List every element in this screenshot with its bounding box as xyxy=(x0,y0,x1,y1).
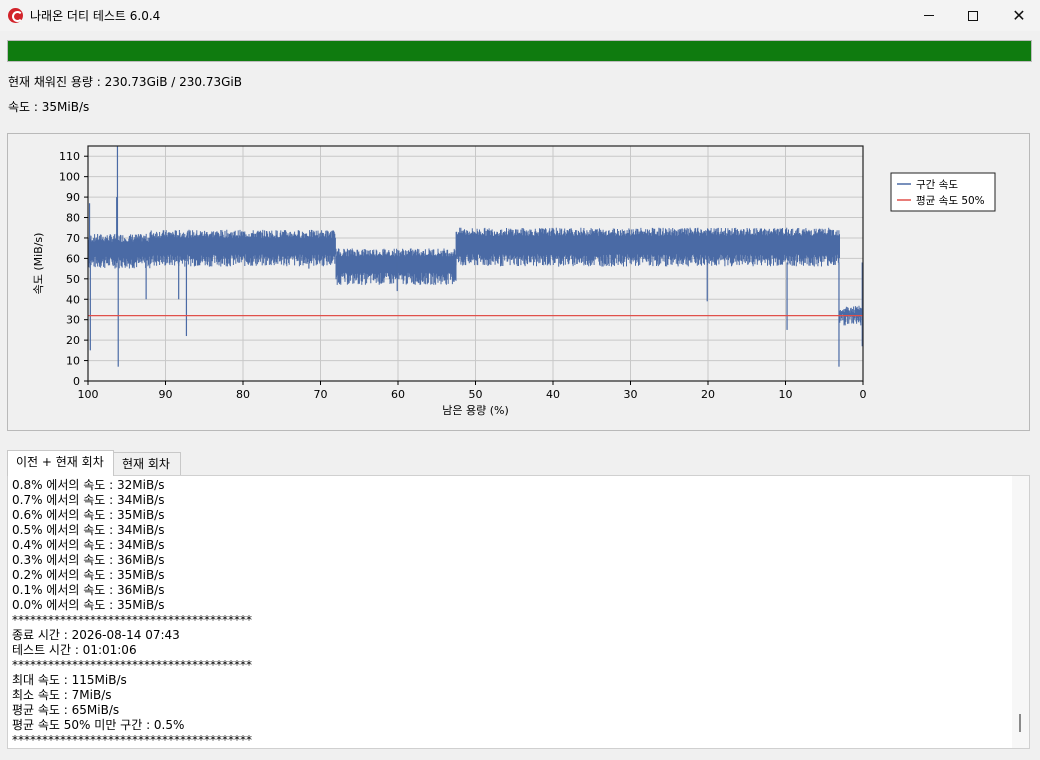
log-textbox[interactable]: 0.8% 에서의 속도 : 32MiB/s 0.7% 에서의 속도 : 34MiB… xyxy=(7,475,1030,749)
y-tick-label: 50 xyxy=(66,273,80,286)
y-tick-label: 30 xyxy=(66,314,80,327)
window-title: 나래온 더티 테스트 6.0.4 xyxy=(30,9,161,23)
x-tick-label: 60 xyxy=(391,388,405,401)
x-tick-label: 10 xyxy=(779,388,793,401)
log-line: 테스트 시간 : 01:01:06 xyxy=(12,643,137,657)
log-line: 평균 속도 50% 미만 구간 : 0.5% xyxy=(12,718,185,732)
x-tick-label: 80 xyxy=(236,388,250,401)
log-line: 최대 속도 : 115MiB/s xyxy=(12,673,127,687)
test-progress-bar xyxy=(7,40,1032,62)
current-speed-text: 속도 : 35MiB/s xyxy=(8,100,90,114)
close-button[interactable]: ✕ xyxy=(996,0,1040,31)
close-icon: ✕ xyxy=(1012,6,1026,25)
minimize-icon xyxy=(924,15,934,16)
minimize-button[interactable] xyxy=(906,0,952,31)
log-line: 0.3% 에서의 속도 : 36MiB/s xyxy=(12,553,165,567)
log-lines: 0.8% 에서의 속도 : 32MiB/s 0.7% 에서의 속도 : 34MiB… xyxy=(12,478,252,748)
log-line: 0.8% 에서의 속도 : 32MiB/s xyxy=(12,478,165,492)
log-line: 0.6% 에서의 속도 : 35MiB/s xyxy=(12,508,165,522)
title-bar: 나래온 더티 테스트 6.0.4 ✕ xyxy=(0,0,1040,31)
tab-previous-current[interactable]: 이전 + 현재 회차 xyxy=(7,450,114,476)
y-tick-label: 80 xyxy=(66,212,80,225)
x-tick-label: 30 xyxy=(624,388,638,401)
log-line: **************************************** xyxy=(12,613,252,627)
log-line: 0.4% 에서의 속도 : 34MiB/s xyxy=(12,538,165,552)
app-logo-icon xyxy=(8,8,23,23)
x-tick-label: 40 xyxy=(546,388,560,401)
progress-fill xyxy=(8,41,1031,61)
x-tick-label: 70 xyxy=(314,388,328,401)
log-line: 종료 시간 : 2026-08-14 07:43 xyxy=(12,628,180,642)
log-line: **************************************** xyxy=(12,733,252,747)
x-tick-label: 50 xyxy=(469,388,483,401)
log-scroll-thumb[interactable] xyxy=(1019,714,1021,732)
legend-label: 평균 속도 50% xyxy=(916,195,985,207)
x-tick-label: 90 xyxy=(159,388,173,401)
maximize-button[interactable] xyxy=(950,0,996,31)
log-line: 0.2% 에서의 속도 : 35MiB/s xyxy=(12,568,165,582)
x-tick-label: 0 xyxy=(860,388,867,401)
y-tick-label: 60 xyxy=(66,252,80,265)
log-line: 0.0% 에서의 속도 : 35MiB/s xyxy=(12,598,165,612)
x-axis-label: 남은 용량 (%) xyxy=(442,404,509,417)
maximize-icon xyxy=(968,10,978,21)
log-line: 0.5% 에서의 속도 : 34MiB/s xyxy=(12,523,165,537)
x-tick-label: 100 xyxy=(78,388,99,401)
y-tick-label: 110 xyxy=(59,150,80,163)
log-line: 0.7% 에서의 속도 : 34MiB/s xyxy=(12,493,165,507)
y-axis-label: 속도 (MiB/s) xyxy=(32,233,45,295)
legend-label: 구간 속도 xyxy=(916,179,958,191)
log-line: 평균 속도 : 65MiB/s xyxy=(12,703,120,717)
y-tick-label: 0 xyxy=(73,375,80,388)
y-tick-label: 90 xyxy=(66,191,80,204)
log-line: 0.1% 에서의 속도 : 36MiB/s xyxy=(12,583,165,597)
y-tick-label: 10 xyxy=(66,355,80,368)
y-tick-label: 20 xyxy=(66,334,80,347)
y-tick-label: 100 xyxy=(59,171,80,184)
x-tick-label: 20 xyxy=(701,388,715,401)
log-scrollbar[interactable] xyxy=(1012,476,1029,748)
speed-chart-panel: 0 10 20 30 40 50 60 70 80 90 100 110 100 90 80 70 60 50 40… xyxy=(7,133,1030,431)
filled-capacity-text: 현재 채워진 용량 : 230.73GiB / 230.73GiB xyxy=(8,75,242,89)
y-tick-label: 40 xyxy=(66,293,80,306)
tab-current[interactable]: 현재 회차 xyxy=(113,452,181,476)
log-line: **************************************** xyxy=(12,658,252,672)
log-line: 최소 속도 : 7MiB/s xyxy=(12,688,112,702)
speed-chart: 0102030405060708090100110100 90 80 70 60 50 40… xyxy=(32,145,996,417)
y-tick-label: 70 xyxy=(66,232,80,245)
